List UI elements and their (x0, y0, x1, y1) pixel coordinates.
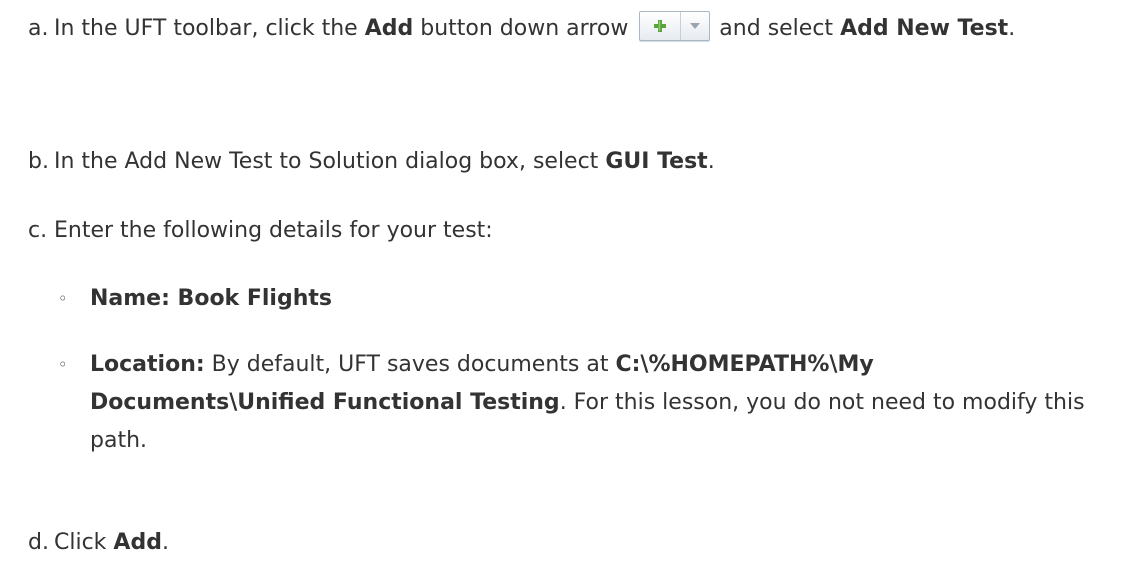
location-label: Location: (90, 352, 205, 377)
step-text: Enter the following details for your tes… (54, 218, 493, 243)
add-label: Add (113, 530, 162, 555)
dropdown-arrow-icon (681, 12, 709, 40)
add-label: Add (364, 16, 414, 41)
step-marker: a. (28, 16, 49, 41)
add-new-test-label: Add New Test (840, 16, 1009, 41)
name-label: Name: Book Flights (90, 286, 332, 311)
step-text: Click Add. (54, 530, 169, 555)
bullet-icon: ◦ (58, 355, 68, 374)
step-text: In the Add New Test to Solution dialog b… (54, 149, 715, 174)
detail-name: ◦ Name: Book Flights (58, 280, 1108, 318)
step-d: d. Click Add. (28, 524, 1118, 562)
add-button-image (639, 11, 711, 41)
step-b: b. In the Add New Test to Solution dialo… (28, 143, 1118, 181)
bullet-icon: ◦ (58, 289, 68, 308)
step-marker: d. (28, 530, 49, 555)
gui-test-label: GUI Test (605, 149, 708, 174)
plus-icon (640, 12, 682, 40)
step-text: In the UFT toolbar, click the Add button… (54, 10, 1118, 48)
step-c: c. Enter the following details for your … (28, 212, 1118, 250)
step-marker: c. (28, 218, 48, 243)
detail-location: ◦ Location: By default, UFT saves docume… (58, 346, 1108, 460)
step-marker: b. (28, 149, 49, 174)
step-a: a. In the UFT toolbar, click the Add but… (28, 10, 1118, 48)
